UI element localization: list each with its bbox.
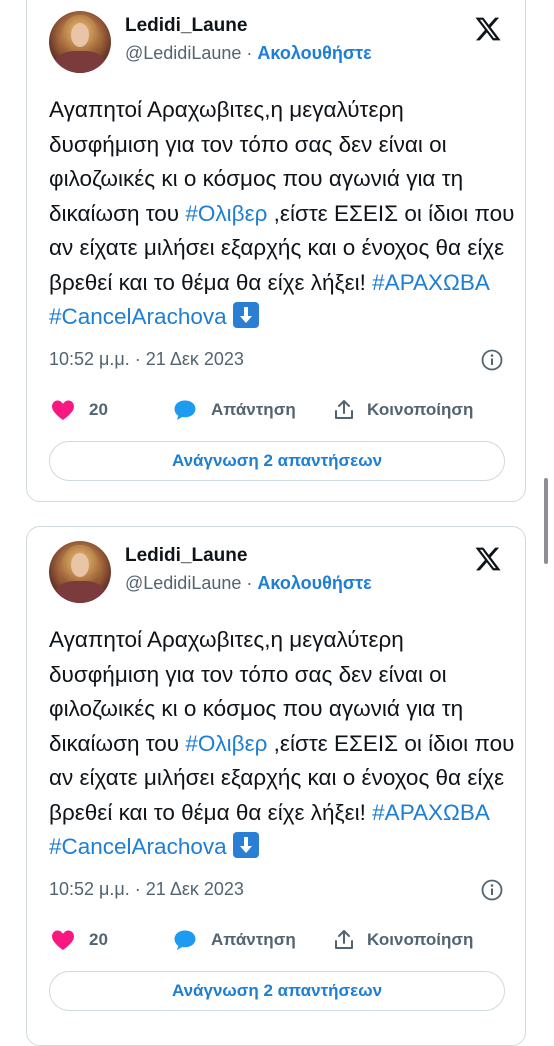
tweet-timestamp[interactable]: 10:52 μ.μ. · 21 Δεκ 2023 (49, 879, 244, 900)
speech-bubble-icon (174, 400, 196, 420)
share-upload-icon (335, 400, 353, 419)
read-replies-button[interactable]: Ανάγνωση 2 απαντήσεων (49, 971, 505, 1011)
info-icon[interactable] (481, 879, 503, 901)
tweet-text: Αγαπητοί Αραχωβιτες,η μεγαλύτερη δυσφήμι… (49, 623, 519, 865)
down-arrow-emoji-icon (232, 302, 259, 328)
scrollbar[interactable] (544, 478, 548, 564)
reply-label: Απάντηση (211, 930, 296, 949)
avatar[interactable] (49, 541, 111, 603)
heart-icon (52, 400, 74, 420)
author-handle[interactable]: @LedidiLaune (125, 43, 241, 63)
tweet-header: Ledidi_Laune @LedidiLaune · Ακολουθήστε (47, 541, 505, 605)
share-button[interactable]: Κοινοποίηση (333, 929, 473, 951)
share-label: Κοινοποίηση (367, 400, 474, 419)
reply-button[interactable]: Απάντηση (173, 399, 296, 421)
like-count: 20 (89, 930, 108, 949)
tweet-card[interactable]: Ledidi_Laune @LedidiLaune · Ακολουθήστε … (26, 526, 526, 1046)
handle-row: @LedidiLaune · Ακολουθήστε (125, 573, 372, 594)
reply-label: Απάντηση (211, 400, 296, 419)
heart-icon (52, 930, 74, 950)
tweet-timestamp[interactable]: 10:52 μ.μ. · 21 Δεκ 2023 (49, 349, 244, 370)
x-logo-icon[interactable] (473, 15, 503, 43)
x-logo-icon[interactable] (473, 545, 503, 573)
share-label: Κοινοποίηση (367, 930, 474, 949)
tweet-card[interactable]: Ledidi_Laune @LedidiLaune · Ακολουθήστε … (26, 0, 526, 502)
info-icon[interactable] (481, 349, 503, 371)
follow-button[interactable]: Ακολουθήστε (257, 43, 371, 63)
like-button[interactable]: 20 (51, 929, 108, 951)
author-handle[interactable]: @LedidiLaune (125, 573, 241, 593)
author-name[interactable]: Ledidi_Laune (125, 545, 247, 567)
hashtag-link[interactable]: #Ολιβερ (185, 201, 267, 226)
tweet-text: Αγαπητοί Αραχωβιτες,η μεγαλύτερη δυσφήμι… (49, 93, 519, 335)
share-upload-icon (335, 930, 353, 949)
follow-button[interactable]: Ακολουθήστε (257, 573, 371, 593)
avatar[interactable] (49, 11, 111, 73)
down-arrow-emoji-icon (232, 832, 259, 858)
action-bar: 20 Απάντηση Κοινοποίηση (49, 399, 505, 429)
hashtag-link[interactable]: #CancelArachova (49, 834, 227, 859)
separator: · (246, 573, 253, 593)
action-bar: 20 Απάντηση Κοινοποίηση (49, 929, 505, 959)
like-button[interactable]: 20 (51, 399, 108, 421)
separator: · (246, 43, 253, 63)
reply-button[interactable]: Απάντηση (173, 929, 296, 951)
hashtag-link[interactable]: #ΑΡΑΧΩΒΑ (372, 800, 488, 825)
speech-bubble-icon (174, 930, 196, 950)
handle-row: @LedidiLaune · Ακολουθήστε (125, 43, 372, 64)
hashtag-link[interactable]: #CancelArachova (49, 304, 227, 329)
share-button[interactable]: Κοινοποίηση (333, 399, 473, 421)
hashtag-link[interactable]: #Ολιβερ (185, 731, 267, 756)
tweet-header: Ledidi_Laune @LedidiLaune · Ακολουθήστε (47, 11, 505, 75)
read-replies-button[interactable]: Ανάγνωση 2 απαντήσεων (49, 441, 505, 481)
like-count: 20 (89, 400, 108, 419)
hashtag-link[interactable]: #ΑΡΑΧΩΒΑ (372, 270, 488, 295)
author-name[interactable]: Ledidi_Laune (125, 15, 247, 37)
